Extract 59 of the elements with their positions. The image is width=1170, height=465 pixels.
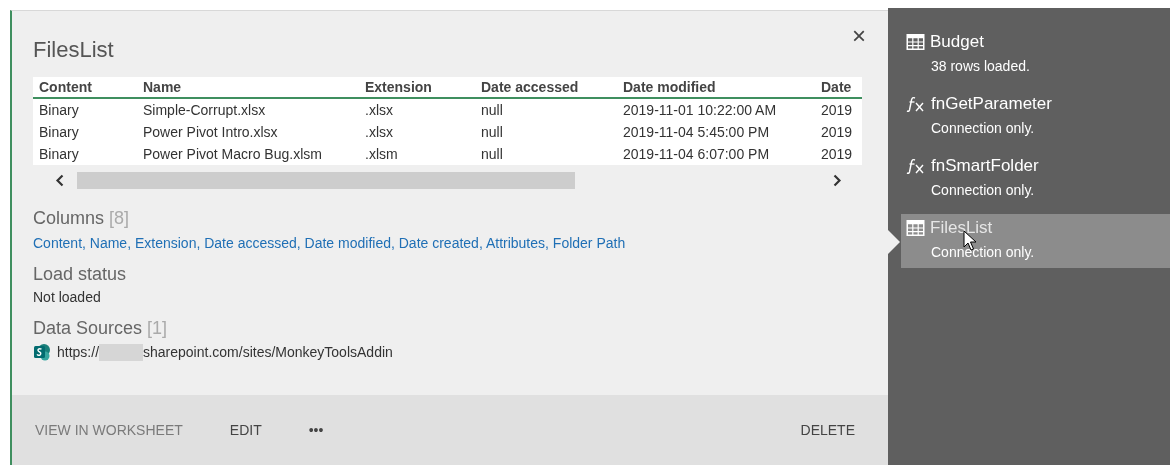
query-name: FilesList xyxy=(930,218,993,238)
section-heading: Columns xyxy=(33,208,105,228)
column-header: Date accessed xyxy=(481,79,580,95)
table-cell-text: Binary xyxy=(39,102,80,118)
query-item[interactable]: FilesList Connection only. xyxy=(901,214,1170,268)
table-cell-text: null xyxy=(481,124,504,140)
column-header: Extension xyxy=(365,79,433,95)
panel-title: FilesList xyxy=(33,37,114,63)
scrollbar-thumb[interactable] xyxy=(77,171,576,189)
column-header: Date xyxy=(821,79,852,95)
table-cell-text: Power Pivot Macro Bug.xlsm xyxy=(143,146,323,162)
table-cell-text: .xlsx xyxy=(365,102,394,118)
table-cell-text: Simple-Corrupt.xlsx xyxy=(143,102,267,118)
url-text: sharepoint.com/sites/MonkeyToolsAddin xyxy=(143,344,393,360)
close-button[interactable]: × xyxy=(852,27,866,45)
table-cell-text: null xyxy=(481,102,504,118)
sharepoint-icon xyxy=(33,343,51,361)
table-cell-text: 2019-11-01 10:22:00 AM xyxy=(623,102,778,118)
load-status-text: Not loaded xyxy=(33,289,101,305)
function-icon xyxy=(906,158,926,174)
query-status: Connection only. xyxy=(931,120,1036,136)
table-cell-text: .xlsm xyxy=(365,146,399,162)
table-cell-text: Binary xyxy=(39,124,80,140)
table-cell-text: 2019-11-04 5:45:00 PM xyxy=(623,124,771,140)
column-header: Name xyxy=(143,79,183,95)
query-status: 38 rows loaded. xyxy=(931,58,1031,74)
section-heading: Load status xyxy=(33,264,127,284)
query-item[interactable]: fnSmartFolder Connection only. xyxy=(901,152,1170,206)
column-header: Content xyxy=(39,79,93,95)
scroll-right-icon[interactable] xyxy=(832,173,842,187)
column-list-link[interactable]: Content, Name, Extension, Date accessed, Date modified, Date created, Attributes, Folder Path xyxy=(33,235,626,251)
query-name: fnSmartFolder xyxy=(931,156,1039,176)
table-cell-text: null xyxy=(481,146,504,162)
section-heading: Data Sources xyxy=(33,318,143,338)
query-status: Connection only. xyxy=(931,182,1036,198)
table-cell: 2019 xyxy=(821,102,853,118)
scroll-left-icon[interactable] xyxy=(55,173,65,187)
action-button[interactable]: EDIT xyxy=(229,418,262,442)
table-cell-text: Binary xyxy=(39,146,80,162)
redaction-block xyxy=(99,343,144,361)
url-text: https:// xyxy=(57,344,100,360)
table-cell-text: Power Pivot Intro.xlsx xyxy=(143,124,279,140)
query-name: Budget xyxy=(930,32,984,52)
table-cell-text: 2019-11-04 6:07:00 PM xyxy=(623,146,771,162)
table-cell: 2019 xyxy=(821,124,853,140)
query-name: fnGetParameter xyxy=(931,94,1052,114)
table-cell: 2019 xyxy=(821,146,853,162)
column-header: Date modified xyxy=(623,79,717,95)
column-count: [8] xyxy=(109,208,130,228)
query-item[interactable]: Budget 38 rows loaded. xyxy=(901,28,1170,82)
table-cell-text: .xlsx xyxy=(365,124,394,140)
action-button[interactable]: ••• xyxy=(308,418,324,442)
query-item[interactable]: fnGetParameter Connection only. xyxy=(901,90,1170,144)
function-icon xyxy=(906,96,926,112)
source-count: [1] xyxy=(147,318,168,338)
query-status: Connection only. xyxy=(931,244,1036,260)
table-icon xyxy=(906,220,925,236)
table-icon xyxy=(906,34,925,50)
delete-button[interactable]: DELETE xyxy=(800,418,855,442)
